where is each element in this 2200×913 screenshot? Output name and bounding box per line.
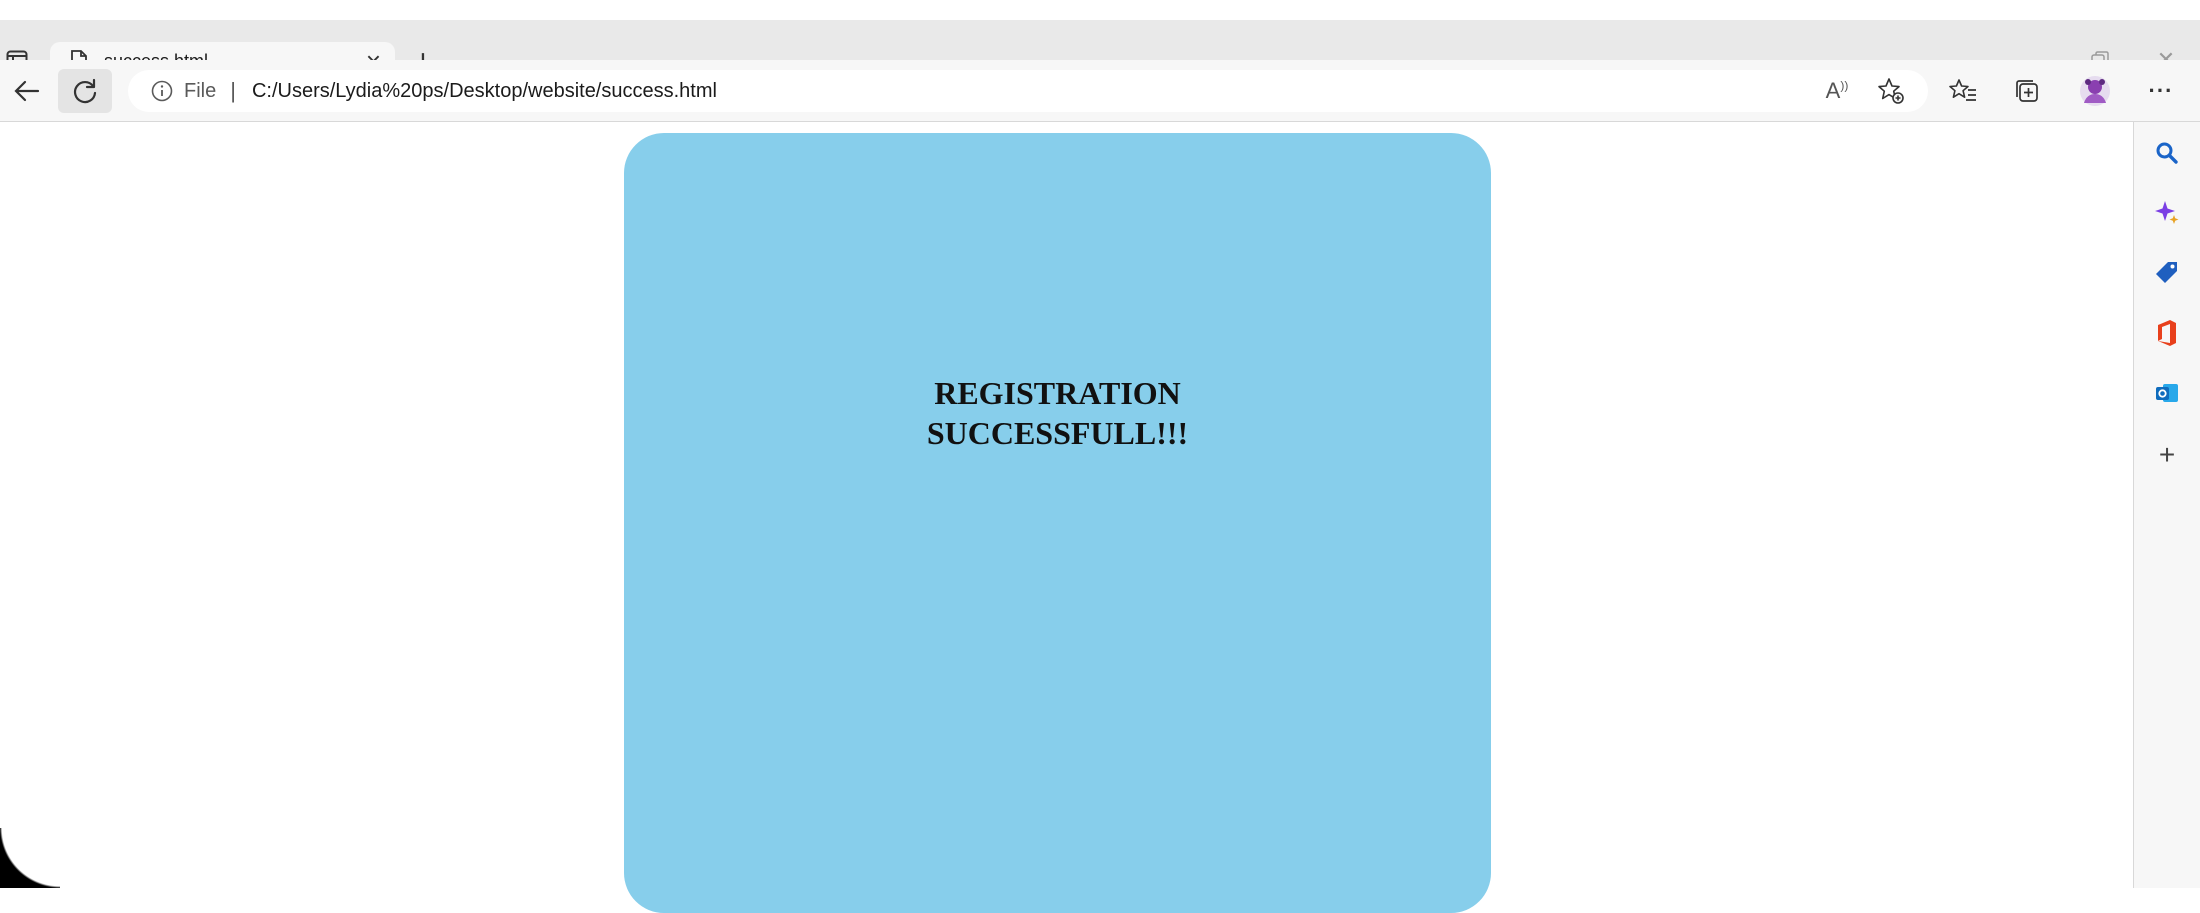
favorites-icon	[1949, 79, 1976, 101]
reload-icon	[73, 78, 97, 104]
site-info-icon[interactable]	[150, 79, 174, 103]
address-url[interactable]: C:/Users/Lydia%20ps/Desktop/website/succ…	[252, 80, 717, 103]
sidebar-add-button[interactable]: +	[2150, 438, 2184, 472]
window-corner	[0, 828, 60, 888]
address-separator: |	[230, 78, 236, 103]
add-icon: +	[2158, 439, 2176, 470]
sidebar-office-button[interactable]	[2150, 316, 2184, 350]
page-viewport: REGISTRATION SUCCESSFULL!!!	[0, 122, 2133, 913]
star-add-icon	[1878, 78, 1904, 104]
reload-button[interactable]	[58, 69, 112, 113]
sidebar-shopping-button[interactable]	[2150, 256, 2184, 290]
collections-button[interactable]	[2004, 69, 2050, 113]
sidebar-search-button[interactable]	[2150, 136, 2184, 170]
profile-button[interactable]	[2072, 69, 2118, 113]
more-options-button[interactable]: ···	[2138, 69, 2184, 113]
address-scheme: File	[184, 79, 217, 102]
avatar	[2080, 76, 2110, 106]
outlook-icon	[2156, 384, 2178, 402]
success-heading-line2: SUCCESSFULL!!!	[926, 415, 1189, 451]
sidebar-copilot-button[interactable]	[2150, 196, 2184, 230]
office-icon	[2158, 320, 2176, 346]
sidebar-outlook-button[interactable]	[2150, 376, 2184, 410]
toolbar: File | C:/Users/Lydia%20ps/Desktop/websi…	[0, 60, 2200, 122]
collections-icon	[2016, 80, 2038, 102]
add-favorite-button[interactable]	[1868, 69, 1914, 113]
back-arrow-icon	[14, 80, 40, 102]
search-icon	[2156, 142, 2178, 164]
favorites-button[interactable]	[1940, 69, 1986, 113]
title-bar: success.html × + — ✕	[0, 0, 2200, 80]
read-aloud-icon: A))	[1825, 78, 1849, 103]
success-card: REGISTRATION SUCCESSFULL!!!	[624, 133, 1491, 913]
success-message: REGISTRATION SUCCESSFULL!!!	[927, 373, 1188, 453]
read-aloud-button[interactable]: A))	[1814, 69, 1860, 113]
address-bar[interactable]: File | C:/Users/Lydia%20ps/Desktop/websi…	[128, 70, 1928, 112]
copilot-icon	[2155, 201, 2179, 224]
more-icon: ···	[2148, 78, 2174, 103]
shopping-tag-icon	[2156, 262, 2177, 283]
back-button[interactable]	[0, 69, 54, 113]
edge-sidebar: +	[2133, 122, 2200, 888]
success-heading-line1: REGISTRATION	[934, 375, 1181, 411]
